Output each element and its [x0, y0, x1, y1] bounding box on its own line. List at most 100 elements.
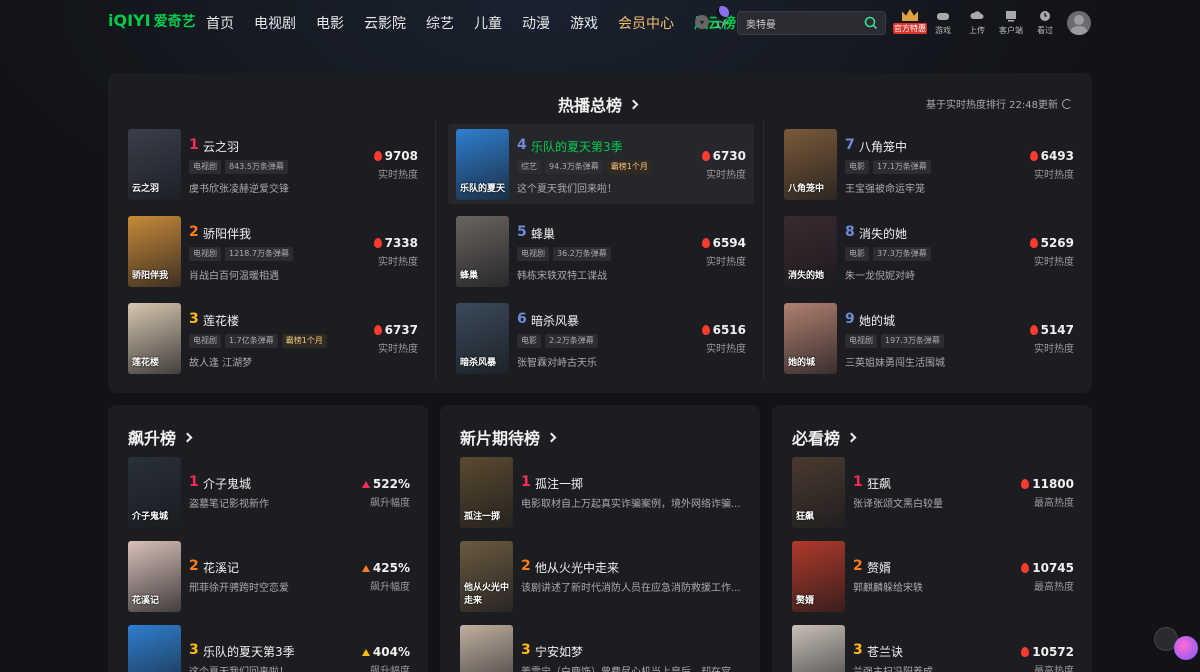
board-list-item[interactable]: 3乐队的夏天第3季这个夏天我们回来啦！ 404% 飙升幅度: [128, 625, 410, 672]
moon-icon: [715, 6, 729, 20]
item-title[interactable]: 赘婿: [867, 559, 891, 576]
flame-icon: [1029, 151, 1038, 161]
games-button[interactable]: 游戏: [927, 10, 959, 36]
hot-list-item[interactable]: 乐队的夏天 4 乐队的夏天第3季 综艺 94.3万条弹幕 霸榜1个月 这个夏天我们回来啦！ 6…: [448, 124, 754, 204]
poster-image[interactable]: 孤注一掷: [460, 457, 513, 528]
tag-badge: 电视剧: [517, 247, 549, 261]
rank-number: 1: [521, 474, 531, 490]
poster-image[interactable]: 八角笼中: [784, 129, 837, 200]
poster-image[interactable]: 她的城: [784, 303, 837, 374]
upcoming-board-title[interactable]: 新片期待榜: [460, 425, 557, 449]
client-download-button[interactable]: 客户端: [995, 10, 1027, 36]
item-title[interactable]: 宁安如梦: [535, 643, 583, 660]
board-list-item[interactable]: 3宁安如梦姜雪宁（白鹿饰）曾费尽心机当上皇后，却在宫...: [460, 625, 742, 672]
nav-item[interactable]: 综艺: [426, 13, 454, 33]
nav-item[interactable]: 电视剧: [254, 13, 296, 33]
history-button[interactable]: 看过: [1029, 10, 1061, 36]
board-list-item[interactable]: 3苍兰诀兰强主扫冯阳养成 10572 最高热度: [792, 625, 1074, 672]
item-title[interactable]: 八角笼中: [859, 138, 907, 155]
rank-number: 1: [189, 137, 199, 153]
search-icon[interactable]: [863, 15, 879, 31]
hot-list-item[interactable]: 暗杀风暴 6 暗杀风暴 电影 2.2万条弹幕 张智霖对峙古天乐 6516 实时热度: [456, 303, 746, 379]
item-title[interactable]: 苍兰诀: [867, 643, 903, 660]
item-title[interactable]: 骄阳伴我: [203, 225, 251, 242]
poster-image[interactable]: 骄阳伴我: [128, 216, 181, 287]
hot-list-item[interactable]: 云之羽 1 云之羽 电视剧 843.5万条弹幕 虞书欣张凌赫逆爱交锋 9708 实时热度: [128, 129, 418, 205]
item-title[interactable]: 云之羽: [203, 138, 239, 155]
nav-item[interactable]: 首页: [206, 13, 234, 33]
poster-image[interactable]: 消失的她: [784, 216, 837, 287]
item-title[interactable]: 他从火光中走来: [535, 559, 619, 576]
upload-button[interactable]: 上传: [961, 10, 993, 36]
tag-badge: 37.3万条弹幕: [873, 247, 931, 261]
iqiyi-logo[interactable]: iQIYI 爱奇艺: [108, 11, 196, 31]
upcoming-board-title-text: 新片期待榜: [460, 429, 541, 448]
hot-list-item[interactable]: 八角笼中 7 八角笼中 电影 17.1万条弹幕 王宝强被命运牢笼 6493 实时热度: [784, 129, 1074, 205]
weather-widget[interactable]: 27°: [713, 6, 731, 30]
hot-list-item[interactable]: 莲花楼 3 莲花楼 电视剧 1.7亿条弹幕 霸榜1个月 故人逢 江湖梦 6737 实时热度: [128, 303, 418, 379]
nav-item[interactable]: 云影院: [364, 13, 406, 33]
heat-number: 6594: [712, 236, 746, 250]
item-title[interactable]: 花溪记: [203, 559, 239, 576]
board-list-item[interactable]: 狂飙 1 狂飙 张译张颂文黑白较量 11800 最高热度: [792, 457, 1074, 533]
poster-image[interactable]: 赘婿: [792, 541, 845, 612]
metric-value: 10745: [1021, 561, 1074, 575]
chevron-right-icon: [182, 432, 193, 442]
item-title[interactable]: 介子鬼城: [203, 475, 251, 492]
poster-image[interactable]: 莲花楼: [128, 303, 181, 374]
poster-image[interactable]: 狂飙: [792, 457, 845, 528]
poster-image[interactable]: 花溪记: [128, 541, 181, 612]
hot-list-item[interactable]: 蜂巢 5 蜂巢 电视剧 36.2万条弹幕 韩栋宋轶双特工谍战 6594 实时热度: [456, 216, 746, 292]
board-list-item[interactable]: 介子鬼城 1 介子鬼城 盗墓笔记影视新作 522% 飙升幅度: [128, 457, 410, 533]
item-title[interactable]: 她的城: [859, 312, 895, 329]
board-list-item[interactable]: 花溪记 2 花溪记 邢菲徐开骋跨时空恋爱 425% 飙升幅度: [128, 541, 410, 617]
must-watch-board-title[interactable]: 必看榜: [792, 425, 857, 449]
flame-icon: [1029, 325, 1038, 335]
item-title[interactable]: 暗杀风暴: [531, 312, 579, 329]
poster-image[interactable]: 他从火光中走来: [460, 541, 513, 612]
board-list-item[interactable]: 他从火光中走来 2 他从火光中走来 该剧讲述了新时代消防人员在应急消防救援工作...: [460, 541, 742, 617]
item-title[interactable]: 消失的她: [859, 225, 907, 242]
tag-row: 电视剧 1218.7万条弹幕: [189, 247, 293, 261]
hot-list-item[interactable]: 骄阳伴我 2 骄阳伴我 电视剧 1218.7万条弹幕 肖战白百何温暖相遇 7338 实时热度: [128, 216, 418, 292]
search-input[interactable]: [746, 15, 856, 31]
item-title[interactable]: 乐队的夏天第3季: [203, 643, 295, 660]
tag-badge: 843.5万条弹幕: [225, 160, 288, 174]
hot-list-item[interactable]: 消失的她 8 消失的她 电影 37.3万条弹幕 朱一龙倪妮对峙 5269 实时热度: [784, 216, 1074, 292]
poster-image[interactable]: 暗杀风暴: [456, 303, 509, 374]
poster-image[interactable]: 介子鬼城: [128, 457, 181, 528]
rising-board-title[interactable]: 飙升榜: [128, 425, 193, 449]
item-title[interactable]: 莲花楼: [203, 312, 239, 329]
item-title[interactable]: 蜂巢: [531, 225, 555, 242]
board-list-item[interactable]: 赘婿 2 赘婿 郭麒麟躲给宋轶 10745 最高热度: [792, 541, 1074, 617]
poster-image[interactable]: [460, 625, 513, 672]
poster-title: 八角笼中: [788, 184, 825, 194]
item-title[interactable]: 狂飙: [867, 475, 891, 492]
nav-item[interactable]: 游戏: [570, 13, 598, 33]
nav-item[interactable]: 儿童: [474, 13, 502, 33]
item-description: 故人逢 江湖梦: [189, 358, 253, 369]
item-title[interactable]: 孤注一掷: [535, 475, 583, 492]
chevron-down-icon[interactable]: ▾: [695, 15, 709, 29]
board-list-item[interactable]: 孤注一掷 1 孤注一掷 电影取材自上万起真实诈骗案例，境外网络诈骗...: [460, 457, 742, 533]
poster-image[interactable]: 蜂巢: [456, 216, 509, 287]
nav-item[interactable]: 会员中心: [618, 13, 674, 33]
hot-board-title[interactable]: 热播总榜: [558, 92, 639, 116]
poster-image[interactable]: 乐队的夏天: [456, 129, 509, 200]
nav-item[interactable]: 电影: [316, 13, 344, 33]
hot-list-item[interactable]: 她的城 9 她的城 电视剧 197.3万条弹幕 三英姐妹勇闯生活围城 5147 实时热度: [784, 303, 1074, 379]
metric-value: 522%: [361, 477, 410, 491]
poster-title: 暗杀风暴: [460, 358, 497, 368]
assistant-icon[interactable]: [1174, 636, 1198, 660]
nav-item[interactable]: 动漫: [522, 13, 550, 33]
user-avatar-icon[interactable]: [1067, 11, 1091, 35]
promo-button[interactable]: 官方特惠: [893, 9, 927, 35]
poster-image[interactable]: [128, 625, 181, 672]
item-title[interactable]: 乐队的夏天第3季: [531, 138, 623, 155]
refresh-icon[interactable]: [1062, 98, 1072, 109]
heat-number: 6516: [712, 323, 746, 337]
heat-number: 6737: [384, 323, 418, 337]
poster-image[interactable]: [792, 625, 845, 672]
gamepad-icon: [937, 13, 949, 20]
poster-image[interactable]: 云之羽: [128, 129, 181, 200]
